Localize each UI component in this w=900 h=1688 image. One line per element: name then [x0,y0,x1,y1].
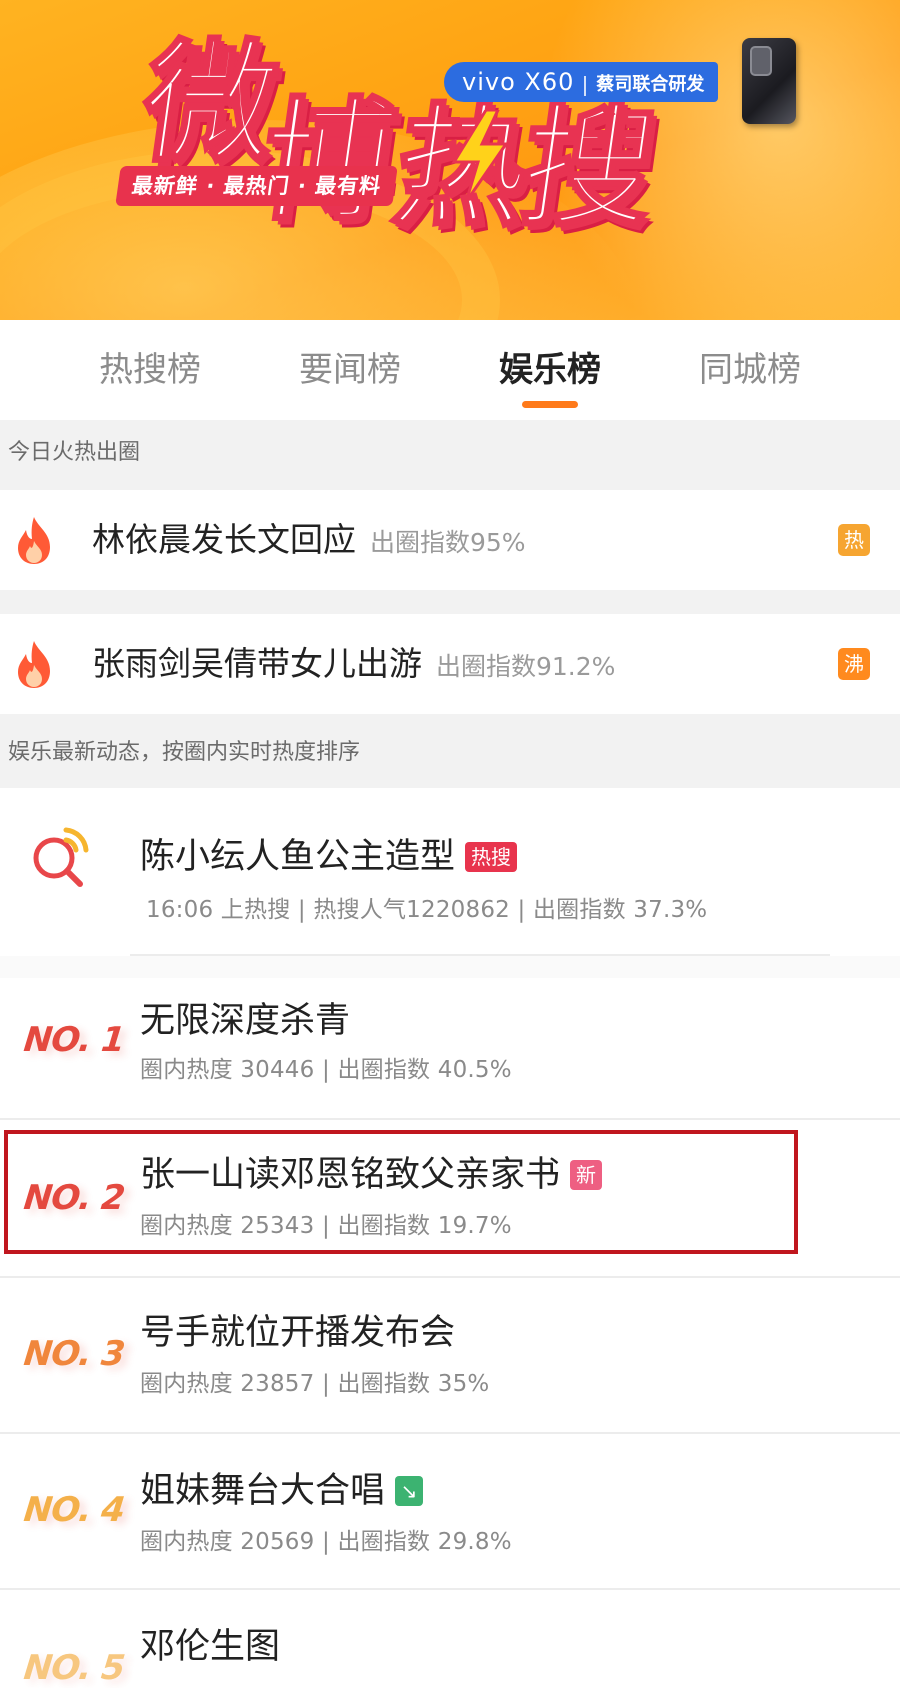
ranking-row-1[interactable]: NO. 1 无限深度杀青 圈内热度 30446 | 出圈指数 40.5% [0,978,900,1120]
banner-tagline: 最新鲜 · 最热门 · 最有料 [115,166,399,206]
highlight-box [4,1130,798,1254]
hot-item-title: 林依晨发长文回应 出圈指数95% [92,490,526,593]
tab-hot-search[interactable]: 热搜榜 [65,320,235,420]
ranking-title-text: 姐妹舞台大合唱 [140,1471,386,1511]
rank-number: NO. 5 [21,1648,127,1688]
flame-icon [18,641,50,688]
ranking-meta: 圈内热度 20569 | 出圈指数 29.8% [140,1529,512,1555]
boil-badge: 沸 [838,648,870,680]
ranking-meta: 圈内热度 23857 | 出圈指数 35% [140,1371,490,1397]
hot-item-1[interactable]: 林依晨发长文回应 出圈指数95% 热 [0,490,900,590]
tab-label: 娱乐榜 [499,350,601,390]
hot-search-tag: 热搜 [465,842,518,872]
ranking-row-5[interactable]: NO. 5 邓伦生图 [0,1600,900,1688]
hot-item-text: 张雨剑吴倩带女儿出游 [92,644,422,683]
row-gap [0,590,900,614]
tab-label: 要闻榜 [299,350,401,390]
ranking-title: 邓伦生图 [140,1618,280,1669]
hot-search-banner: 微博 热搜 最新鲜 · 最热门 · 最有料 vivo X60 蔡司联合研发 [0,0,900,320]
lightning-bolt-icon [451,110,509,202]
tab-label: 热搜榜 [99,350,201,390]
rank-number: NO. 3 [21,1334,127,1374]
rank-number: NO. 1 [21,1020,127,1060]
sponsor-brand: vivo X60 [462,68,575,96]
hot-item-index: 出圈指数91.2% [436,652,616,681]
tab-news[interactable]: 要闻榜 [265,320,435,420]
hot-item-index: 出圈指数95% [370,528,526,557]
row-divider [0,1118,900,1120]
ranking-row-4[interactable]: NO. 4 姐妹舞台大合唱 ↘ 圈内热度 20569 | 出圈指数 29.8% [0,1444,900,1590]
tab-local[interactable]: 同城榜 [665,320,835,420]
title-char-bo: 博 [250,84,401,241]
section-header-today: 今日火热出圈 [0,420,900,486]
tab-label: 同城榜 [699,350,801,390]
sponsor-subtitle: 蔡司联合研发 [596,74,705,95]
down-arrow-icon: ↘ [395,1476,424,1506]
row-divider [0,1588,900,1590]
ranking-title-text: 邓伦生图 [140,1627,281,1667]
ranking-tabs: 热搜榜 要闻榜 娱乐榜 同城榜 [0,320,900,420]
sponsor-tag[interactable]: vivo X60 蔡司联合研发 [444,62,719,102]
ranking-title: 姐妹舞台大合唱 ↘ [140,1462,424,1513]
sponsor-divider [584,75,587,96]
ranking-meta: 圈内热度 30446 | 出圈指数 40.5% [140,1057,512,1083]
title-char-sou: 搜 [510,90,661,247]
ranking-meta: 16:06 上热搜 | 热搜人气1220862 | 出圈指数 37.3% [146,897,708,923]
row-divider [0,1276,900,1278]
ranking-row-3[interactable]: NO. 3 号手就位开播发布会 圈内热度 23857 | 出圈指数 35% [0,1288,900,1434]
flame-icon [18,517,50,564]
section-header-entertainment: 娱乐最新动态，按圈内实时热度排序 [0,718,900,788]
active-tab-indicator [522,401,578,408]
hot-item-text: 林依晨发长文回应 [92,520,356,559]
ranking-title: 号手就位开播发布会 [140,1304,455,1355]
title-char-wei: 微 [132,26,283,183]
hot-badge: 热 [838,524,870,556]
ranking-title-text: 陈小纭人鱼公主造型 [140,837,456,877]
tab-entertainment[interactable]: 娱乐榜 [465,320,635,420]
camera-module [750,46,772,76]
ranking-title-text: 号手就位开播发布会 [140,1313,456,1353]
row-gap [0,956,900,978]
row-divider [0,1432,900,1434]
ranking-title: 无限深度杀青 [140,992,350,1043]
hot-item-2[interactable]: 张雨剑吴倩带女儿出游 出圈指数91.2% 沸 [0,614,900,714]
hot-search-icon [33,827,89,887]
banner-logo-title-2: 热搜 [384,90,661,247]
rank-number: NO. 4 [21,1490,127,1530]
ranking-title: 陈小纭人鱼公主造型 热搜 [140,828,518,879]
hot-item-title: 张雨剑吴倩带女儿出游 出圈指数91.2% [92,614,615,717]
ranking-title-text: 无限深度杀青 [140,1001,351,1041]
ranking-row-pinned[interactable]: 陈小纭人鱼公主造型 热搜 16:06 上热搜 | 热搜人气1220862 | 出圈… [0,788,900,956]
phone-product-icon [742,38,796,124]
